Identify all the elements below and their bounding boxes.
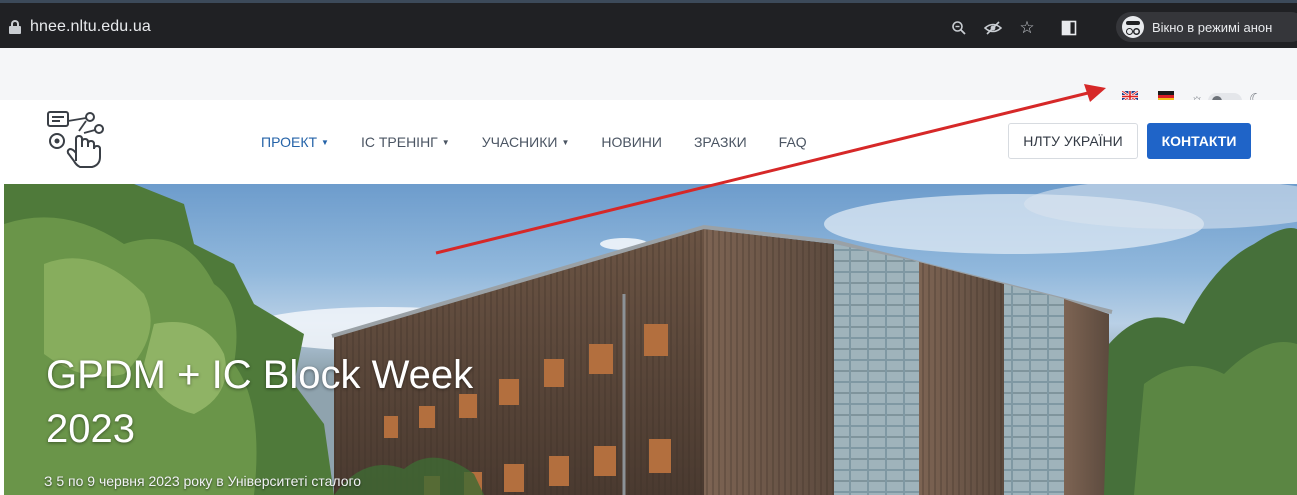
site-logo[interactable]: [46, 109, 108, 169]
main-nav: ПРОЕКТ ▼ ІС ТРЕНІНГ ▼ УЧАСНИКИ ▼ НОВИНИ ЗРА…: [261, 134, 839, 150]
sidebar-icon[interactable]: [1056, 15, 1082, 41]
nav-item-label: ЗРАЗКИ: [693, 134, 747, 150]
incognito-label: Вікно в режимі анон: [1152, 19, 1273, 35]
nav-item-label: ПРОЕКТ: [261, 134, 318, 150]
star-icon[interactable]: ☆: [1014, 15, 1040, 41]
url-text[interactable]: hnee.nltu.edu.ua: [30, 18, 151, 36]
nav-item-label: FAQ: [778, 134, 807, 150]
nav-item-faq[interactable]: FAQ: [779, 134, 807, 150]
nav-item-label: ІС ТРЕНІНГ: [360, 134, 438, 150]
hero-banner: GPDM + IC Block Week 2023 З 5 по 9 червн…: [4, 184, 1297, 495]
nav-item-project[interactable]: ПРОЕКТ ▼: [261, 134, 329, 150]
hero-title: GPDM + IC Block Week 2023: [46, 353, 474, 451]
zoom-icon[interactable]: [946, 15, 972, 41]
contacts-button[interactable]: КОНТАКТИ: [1147, 123, 1251, 159]
address-bar-actions: ☆: [946, 15, 1082, 41]
nav-item-label: УЧАСНИКИ: [481, 134, 558, 150]
address-bar[interactable]: hnee.nltu.edu.ua: [0, 11, 151, 43]
chevron-down-icon: ▼: [441, 137, 450, 147]
browser-toolbar: hnee.nltu.edu.ua ☆ Вікно в режимі анон: [0, 0, 1297, 48]
incognito-indicator[interactable]: Вікно в режимі анон: [1116, 12, 1297, 42]
page: hnee.nltu.edu.ua ☆ Вікно в режимі анон П…: [0, 0, 1297, 495]
eye-off-icon[interactable]: [980, 15, 1006, 41]
nav-item-participants[interactable]: УЧАСНИКИ ▼: [482, 134, 570, 150]
chevron-down-icon: ▼: [321, 137, 329, 147]
hero-subtitle: З 5 по 9 червня 2023 року в Університеті…: [44, 473, 362, 489]
nav-item-ic-training[interactable]: ІС ТРЕНІНГ ▼: [361, 134, 450, 150]
incognito-icon: [1122, 16, 1144, 38]
nav-item-label: НОВИНИ: [601, 134, 662, 150]
utility-strip: [0, 48, 1297, 100]
nltu-ukraine-button[interactable]: НЛТУ УКРАЇНИ: [1008, 123, 1138, 159]
chevron-down-icon: ▼: [561, 137, 570, 147]
nav-item-samples[interactable]: ЗРАЗКИ: [694, 134, 747, 150]
nav-item-news[interactable]: НОВИНИ: [601, 134, 662, 150]
lock-icon[interactable]: [9, 20, 21, 34]
